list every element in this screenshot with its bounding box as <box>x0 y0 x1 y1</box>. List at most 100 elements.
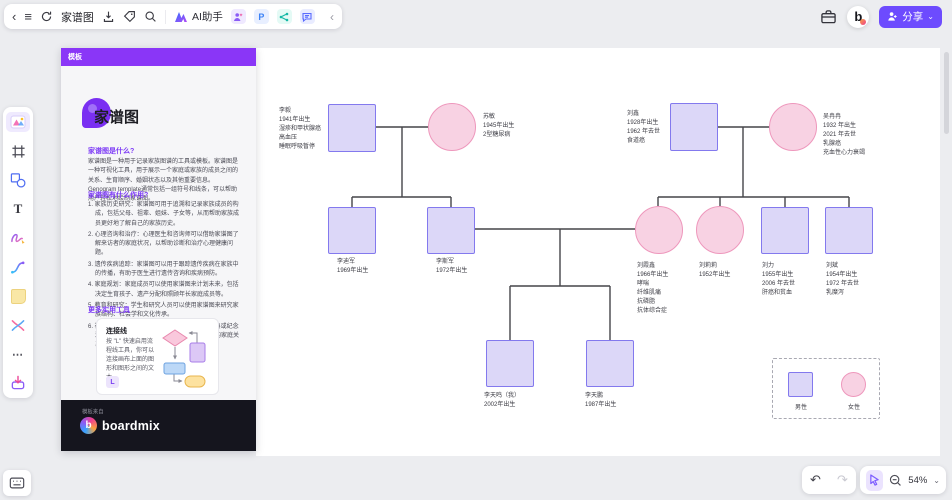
person-shape-male[interactable] <box>486 340 534 387</box>
template-panel-footer: 模板来自 b boardmix <box>61 400 256 451</box>
ppt-icon[interactable]: P <box>254 9 269 24</box>
uses-item: 3. 遗传疾病追踪：家谱图可以用于跟踪遗传疾病在家族中的传播，有助于医生进行遗传… <box>88 261 240 280</box>
person-label[interactable]: 刘力 1955年出生 2006 年去世 肝癌和贫血 <box>762 262 795 298</box>
templates-tool[interactable] <box>6 112 30 132</box>
keyboard-icon <box>9 476 25 490</box>
template-tab[interactable]: 模板 <box>61 52 89 62</box>
person-shape-female[interactable] <box>428 103 476 151</box>
person-shape-male[interactable] <box>761 207 809 254</box>
person-label[interactable]: 刘霞鑫 1966年出生 哮喘 纤维肌痛 抗磷脂 抗体综合症 <box>637 262 668 316</box>
ai-logo-icon <box>174 11 188 23</box>
search-icon[interactable] <box>144 10 157 23</box>
uses-item: 2. 心理咨询和治疗：心理医生和咨询师可以借助家谱图了解来访者的家庭状况，以帮助… <box>88 231 240 259</box>
connector-tool-card[interactable]: 连接线 按 "L" 快速启用流程线工具，你可以连接画布上面的图形和图形之间的文本… <box>96 318 219 395</box>
person-label[interactable]: 刘鑫 1928年出生 1962 年去世 食道癌 <box>627 110 660 146</box>
person-shape-male[interactable] <box>586 340 634 387</box>
person-shape-female[interactable] <box>635 206 683 254</box>
person-shape-female[interactable] <box>696 206 744 254</box>
person-label[interactable]: 苏敏 1945年出生 2型糖尿病 <box>483 113 514 140</box>
person-label[interactable]: 刘斌 1954年出生 1972 年去世 乳糜泻 <box>826 262 859 298</box>
template-from-label: 模板来自 <box>82 407 104 415</box>
history-controls: ↶ ↷ <box>802 466 856 494</box>
digital-human-icon[interactable] <box>231 9 246 24</box>
what-heading: 家谱图是什么? <box>88 146 134 156</box>
connector-tool[interactable] <box>6 257 30 277</box>
boardmix-wordmark: boardmix <box>102 419 160 433</box>
legend-box[interactable]: 男性 女性 <box>772 358 880 419</box>
tool-card-title: 连接线 <box>106 326 127 336</box>
share-nodes-icon[interactable] <box>277 9 292 24</box>
sticky-note-icon <box>11 289 26 304</box>
ai-assistant-button[interactable]: AI助手 <box>174 9 223 24</box>
left-toolbar: T ⋯ <box>3 107 33 398</box>
zoom-level[interactable]: 54% <box>908 475 927 486</box>
zoom-out-icon[interactable] <box>889 474 902 487</box>
redo-button[interactable]: ↷ <box>837 472 848 488</box>
account-logo-icon[interactable]: b <box>847 6 869 28</box>
template-panel-header: 模板 <box>61 48 256 66</box>
tag-icon[interactable] <box>123 10 136 23</box>
template-panel-body: 家谱图 家谱图是什么? 家谱图是一种用于记录家族图谱的工具或模板。家谱图是一种可… <box>61 66 256 400</box>
person-icon <box>887 11 898 22</box>
download-icon[interactable] <box>102 10 115 23</box>
legend-female-label: 女性 <box>829 402 879 411</box>
person-shape-male[interactable] <box>427 207 475 254</box>
ai-assistant-label: AI助手 <box>192 9 223 24</box>
uses-item: 4. 家庭规划：家庭成员可以使用家谱图来计划未来，包括决定生育孩子、遗产分配和照… <box>88 281 240 300</box>
person-label[interactable]: 李斯军 1972年出生 <box>436 258 467 276</box>
legend-male-shape <box>788 372 813 397</box>
view-controls: 54% ⌄ <box>860 466 946 494</box>
person-shape-male[interactable] <box>328 207 376 254</box>
uses-item: 1. 家族历史研究：家谱图可用于追溯和记录家族成员的构成，包括父母、祖辈、姐妹、… <box>88 201 240 229</box>
template-title: 家谱图 <box>94 106 139 127</box>
more-tools[interactable]: ⋯ <box>6 344 30 364</box>
top-toolbar: ‹ ≡ 家谱图 <box>4 4 342 29</box>
frame-tool[interactable] <box>6 141 30 161</box>
select-cursor-button[interactable] <box>866 470 883 491</box>
vertical-scrollbar[interactable] <box>944 52 949 134</box>
flowchart-illustration-icon <box>160 325 212 389</box>
sync-icon[interactable] <box>40 10 53 23</box>
template-panel: 模板 家谱图 家谱图是什么? 家谱图是一种用于记录家族图谱的工具或模板。家谱图是… <box>61 48 256 451</box>
person-label[interactable]: 刘莉莉 1952年出生 <box>699 262 730 280</box>
comment-icon[interactable] <box>300 9 315 24</box>
boardmix-app: 李毅 1941年出生 湿疹和甲状腺癌 高血压 睡眠呼吸暂停 苏敏 1945年出生… <box>0 0 952 500</box>
use-heading: 家谱图有什么作用? <box>88 190 148 200</box>
share-label: 分享 <box>902 9 923 24</box>
widget-panel-button[interactable] <box>3 470 31 496</box>
import-icon <box>10 375 26 391</box>
person-label[interactable]: 李毅 1941年出生 湿疹和甲状腺癌 高血压 睡眠呼吸暂停 <box>279 107 321 152</box>
text-tool-icon: T <box>14 201 23 217</box>
briefcase-icon[interactable] <box>820 9 837 25</box>
shapes-icon <box>10 172 26 188</box>
crossed-curves-icon <box>10 318 26 333</box>
person-shape-male[interactable] <box>670 103 718 151</box>
person-label[interactable]: 吴冉冉 1932 年出生 2021 年去世 乳腺癌 充血性心力衰竭 <box>823 113 865 158</box>
person-label[interactable]: 李天鸣（我） 2002年出生 <box>484 392 520 410</box>
undo-button[interactable]: ↶ <box>810 472 821 488</box>
import-tool[interactable] <box>6 373 30 393</box>
board-title[interactable]: 家谱图 <box>61 9 94 25</box>
shapes-tool[interactable] <box>6 170 30 190</box>
share-button[interactable]: 分享 ⌄ <box>879 6 942 28</box>
pen-icon <box>10 231 26 246</box>
person-shape-male[interactable] <box>825 207 873 254</box>
zoom-chevron-icon[interactable]: ⌄ <box>933 476 940 485</box>
text-tool[interactable]: T <box>6 199 30 219</box>
frame-icon <box>11 144 26 159</box>
share-chevron-icon: ⌄ <box>927 12 934 21</box>
back-icon[interactable]: ‹ <box>12 10 16 23</box>
templates-icon <box>10 115 26 129</box>
more-tools-heading: 更多实用工具 <box>88 305 130 315</box>
person-label[interactable]: 李天鹏 1987年出生 <box>585 392 616 410</box>
mark-tool[interactable] <box>6 315 30 335</box>
person-label[interactable]: 李迪军 1969年出生 <box>337 258 368 276</box>
menu-icon[interactable]: ≡ <box>24 10 32 23</box>
toolbar-divider <box>165 10 166 24</box>
collapse-toolbar-icon[interactable]: ‹ <box>330 10 334 24</box>
pen-tool[interactable] <box>6 228 30 248</box>
sticky-note-tool[interactable] <box>6 286 30 306</box>
person-shape-male[interactable] <box>328 104 376 152</box>
person-shape-female[interactable] <box>769 103 817 151</box>
more-icon: ⋯ <box>12 348 24 361</box>
